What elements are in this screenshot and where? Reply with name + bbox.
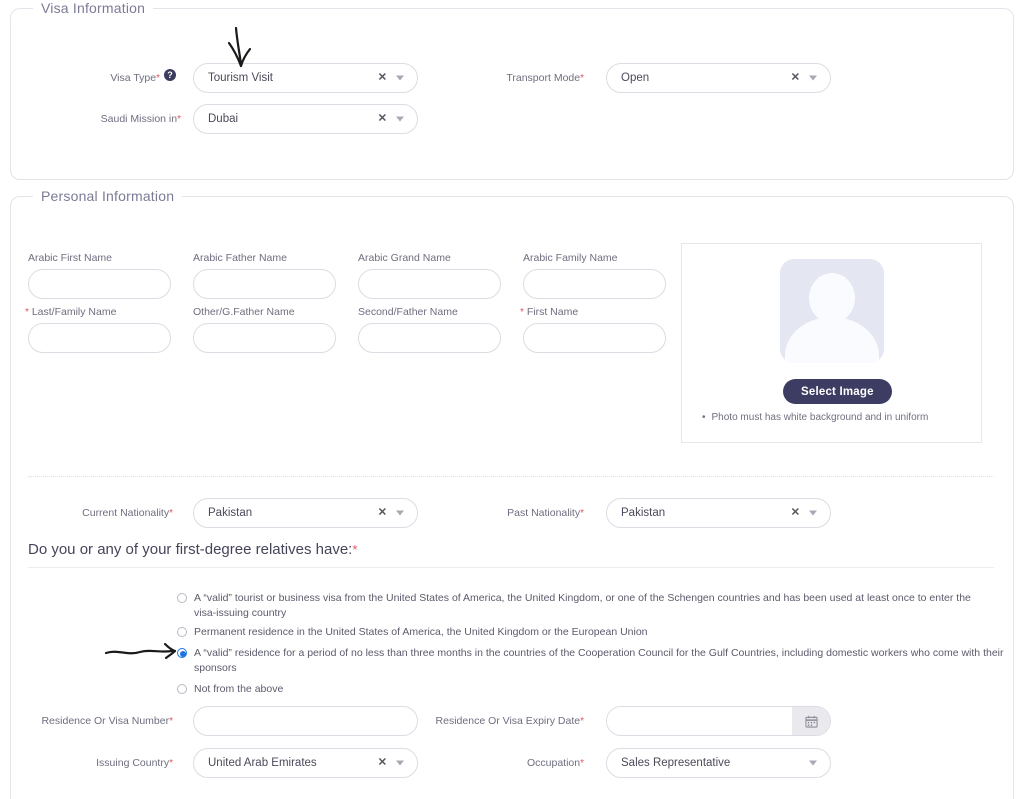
transport-mode-label-text: Transport Mode (506, 72, 581, 84)
arabic-grand-name-input[interactable] (358, 269, 501, 299)
issuing-country-required: * (169, 758, 173, 769)
visa-type-label-text: Visa Type (110, 72, 157, 84)
first-name-label: * First Name (520, 306, 579, 318)
radio-dot-icon-selected[interactable] (177, 648, 187, 658)
question-mark-icon[interactable]: ? (164, 69, 176, 81)
past-nationality-required: * (580, 508, 584, 519)
other-gfather-name-input[interactable] (193, 323, 336, 353)
chevron-down-icon[interactable] (396, 116, 404, 122)
saudi-mission-select[interactable]: Dubai ✕ (193, 104, 418, 134)
chevron-down-icon[interactable] (396, 75, 404, 81)
past-nationality-label: Past Nationality* (507, 507, 584, 519)
select-image-button[interactable]: Select Image (783, 379, 892, 404)
visa-type-clear-icon[interactable]: ✕ (378, 72, 387, 84)
radio-option-3-label: A “valid” residence for a period of no l… (194, 647, 1004, 674)
second-father-name-label: Second/Father Name (358, 306, 458, 318)
other-gfather-name-label: Other/G.Father Name (193, 306, 295, 318)
current-nationality-select[interactable]: Pakistan ✕ (193, 498, 418, 528)
photo-requirement-note: • Photo must has white background and in … (702, 412, 928, 423)
avatar-body-shape (785, 317, 879, 363)
bullet-icon: • (702, 412, 706, 423)
occupation-required: * (580, 758, 584, 769)
radio-option-2-label: Permanent residence in the United States… (194, 626, 648, 638)
last-family-name-label: * Last/Family Name (25, 306, 117, 318)
current-nationality-label: Current Nationality* (82, 507, 173, 519)
transport-mode-clear-icon[interactable]: ✕ (791, 72, 800, 84)
calendar-glyph (804, 715, 818, 728)
current-nationality-required: * (169, 508, 173, 519)
residence-visa-expiry-label: Residence Or Visa Expiry Date* (435, 715, 584, 727)
visa-type-select[interactable]: Tourism Visit ✕ (193, 63, 418, 93)
current-nationality-clear-icon[interactable]: ✕ (378, 507, 387, 519)
residence-visa-number-label: Residence Or Visa Number* (41, 715, 173, 727)
current-nationality-value: Pakistan (208, 507, 253, 519)
photo-upload-box: Select Image • Photo must has white backg… (681, 243, 982, 443)
last-family-name-required: * (25, 307, 29, 318)
last-family-name-input[interactable] (28, 323, 171, 353)
radio-option-1-label: A “valid” tourist or business visa from … (194, 592, 971, 619)
occupation-label: Occupation* (526, 757, 584, 769)
occupation-value: Sales Representative (621, 757, 731, 769)
visa-type-required: * (156, 73, 160, 84)
personal-information-legend: Personal Information (33, 188, 183, 204)
relatives-question-text: Do you or any of your first-degree relat… (28, 541, 353, 558)
first-name-required: * (520, 307, 524, 318)
arabic-first-name-label: Arabic First Name (28, 252, 113, 264)
transport-mode-label: Transport Mode* (432, 71, 584, 86)
saudi-mission-label-text: Saudi Mission in (100, 113, 178, 125)
residence-visa-expiry-datepicker[interactable] (606, 706, 831, 736)
chevron-down-icon[interactable] (809, 510, 817, 516)
radio-dot-icon[interactable] (177, 593, 187, 603)
question-underline (28, 567, 994, 568)
saudi-mission-clear-icon[interactable]: ✕ (378, 113, 387, 125)
issuing-country-select[interactable]: United Arab Emirates ✕ (193, 748, 418, 778)
saudi-mission-required: * (177, 114, 181, 125)
chevron-down-icon[interactable] (396, 510, 404, 516)
transport-mode-value: Open (621, 72, 650, 84)
arabic-family-name-label: Arabic Family Name (523, 252, 618, 264)
residence-visa-expiry-input[interactable] (607, 707, 792, 735)
saudi-mission-value: Dubai (208, 113, 239, 125)
past-nationality-select[interactable]: Pakistan ✕ (606, 498, 831, 528)
chevron-down-icon[interactable] (809, 75, 817, 81)
relatives-question-required: * (352, 542, 358, 557)
issuing-country-value: United Arab Emirates (208, 757, 317, 769)
chevron-down-icon[interactable] (396, 760, 404, 766)
visa-type-value: Tourism Visit (208, 72, 273, 84)
issuing-country-label: Issuing Country* (96, 757, 173, 769)
transport-mode-select[interactable]: Open ✕ (606, 63, 831, 93)
second-father-name-input[interactable] (358, 323, 501, 353)
arabic-family-name-input[interactable] (523, 269, 666, 299)
chevron-down-icon[interactable] (809, 760, 817, 766)
saudi-mission-label: Saudi Mission in* (40, 112, 181, 127)
arabic-grand-name-label: Arabic Grand Name (358, 252, 451, 264)
visa-application-form-page: Visa Information Visa Type* ? Tourism Vi… (0, 0, 1024, 799)
section-divider (28, 476, 994, 477)
residence-visa-number-required: * (169, 716, 173, 727)
past-nationality-value: Pakistan (621, 507, 666, 519)
relatives-question-heading: Do you or any of your first-degree relat… (28, 541, 357, 558)
first-name-input[interactable] (523, 323, 666, 353)
occupation-select[interactable]: Sales Representative (606, 748, 831, 778)
avatar-head-shape (809, 273, 855, 323)
arabic-father-name-input[interactable] (193, 269, 336, 299)
radio-option-4-label: Not from the above (194, 683, 284, 695)
issuing-country-clear-icon[interactable]: ✕ (378, 757, 387, 769)
residence-visa-expiry-required: * (580, 716, 584, 727)
transport-mode-required: * (580, 73, 584, 84)
radio-dot-icon[interactable] (177, 627, 187, 637)
arabic-father-name-label: Arabic Father Name (193, 252, 287, 264)
calendar-icon[interactable] (792, 707, 830, 735)
arabic-first-name-input[interactable] (28, 269, 171, 299)
past-nationality-clear-icon[interactable]: ✕ (791, 507, 800, 519)
visa-information-legend: Visa Information (33, 0, 154, 16)
residence-visa-number-input[interactable] (193, 706, 418, 736)
visa-type-label: Visa Type* (40, 71, 160, 86)
visa-information-panel: Visa Information (10, 0, 1014, 180)
photo-note-text: Photo must has white background and in u… (711, 412, 929, 423)
radio-dot-icon[interactable] (177, 684, 187, 694)
user-avatar-placeholder-icon (780, 259, 884, 363)
